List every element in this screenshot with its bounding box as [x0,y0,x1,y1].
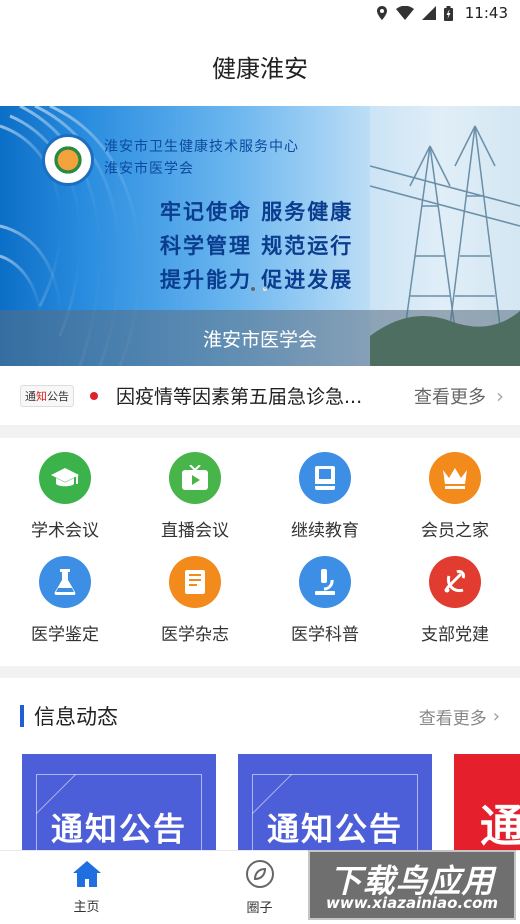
info-card[interactable]: 通 [454,754,520,864]
menu-label: 继续教育 [291,521,359,541]
banner-slogan: 牢记使命 服务健康 [160,199,354,224]
info-card[interactable]: 通知公告 [238,754,432,864]
menu-label: 医学杂志 [161,625,229,645]
section-more-link[interactable]: 查看更多 [419,704,487,729]
wifi-icon [395,6,414,20]
medical-association-logo [42,134,94,186]
card-title: 通知公告 [266,810,403,848]
microscope-icon [299,556,351,608]
info-card-list: 通知公告 通知公告 通 [0,754,520,864]
menu-item-party-branch[interactable]: 支部党建 [390,556,520,660]
menu-item-science-popularization[interactable]: 医学科普 [260,556,390,660]
page-title: 健康淮安 [212,54,308,83]
section-title: 信息动态 [34,705,118,729]
divider [0,426,520,438]
nav-label: 圈子 [246,901,273,916]
compass-icon [245,859,275,893]
menu-item-medical-appraisal[interactable]: 医学鉴定 [0,556,130,660]
party-emblem-icon [429,556,481,608]
signal-icon [421,6,436,20]
tv-icon [169,452,221,504]
banner-org-line: 淮安市卫生健康技术服务中心 [104,139,299,155]
menu-label: 医学鉴定 [31,625,99,645]
nav-label: 主页 [73,900,100,915]
menu-label: 医学科普 [291,625,359,645]
function-grid: 学术会议 直播会议 继续教育 会员之家 医学鉴定 医学杂志 医学科普 支部党建 [0,438,520,666]
menu-item-academic-meeting[interactable]: 学术会议 [0,452,130,556]
menu-label: 学术会议 [31,521,99,541]
watermark: 下载鸟应用 www.xiazainiao.com [308,850,516,920]
carousel-dot [250,286,256,292]
status-bar: 11:43 [0,0,520,26]
info-section-header: 信息动态 查看更多 › [0,678,520,754]
menu-label: 直播会议 [161,521,229,541]
card-title: 通知公告 [50,810,187,848]
card-title: 通 [480,801,520,852]
watermark-url: www.xiazainiao.com [325,894,499,912]
menu-item-live-meeting[interactable]: 直播会议 [130,452,260,556]
notice-text[interactable]: 因疫情等因素第五届急诊急... [116,382,404,409]
nav-item-home[interactable]: 主页 [0,851,173,924]
notice-more-link[interactable]: 查看更多 [414,383,486,409]
menu-label: 会员之家 [421,521,489,541]
info-card[interactable]: 通知公告 [22,754,216,864]
banner-caption: 淮安市医学会 [0,310,520,366]
menu-label: 支部党建 [421,625,489,645]
crown-icon [429,452,481,504]
divider [0,666,520,678]
magazine-icon [169,556,221,608]
menu-item-medical-journal[interactable]: 医学杂志 [130,556,260,660]
flask-icon [39,556,91,608]
notice-badge: 通知公告 [20,384,74,407]
home-icon [72,860,102,892]
status-time: 11:43 [464,4,508,22]
menu-item-member-home[interactable]: 会员之家 [390,452,520,556]
carousel-dot [262,286,268,292]
location-icon [376,6,388,20]
notice-bar[interactable]: 通知公告 因疫情等因素第五届急诊急... 查看更多 › [0,366,520,426]
book-icon [299,452,351,504]
battery-icon [443,5,453,21]
chevron-right-icon[interactable]: › [493,706,500,727]
graduation-cap-icon [39,452,91,504]
section-accent-bar [20,705,24,727]
banner-org-line: 淮安市医学会 [104,161,194,177]
carousel-indicator [250,286,268,292]
menu-item-continuing-education[interactable]: 继续教育 [260,452,390,556]
banner-slogan: 科学管理 规范运行 [160,233,354,258]
banner-carousel[interactable]: 淮安市卫生健康技术服务中心 淮安市医学会 牢记使命 服务健康 科学管理 规范运行… [0,106,520,366]
notice-dot [90,391,98,400]
chevron-right-icon[interactable]: › [496,384,504,408]
